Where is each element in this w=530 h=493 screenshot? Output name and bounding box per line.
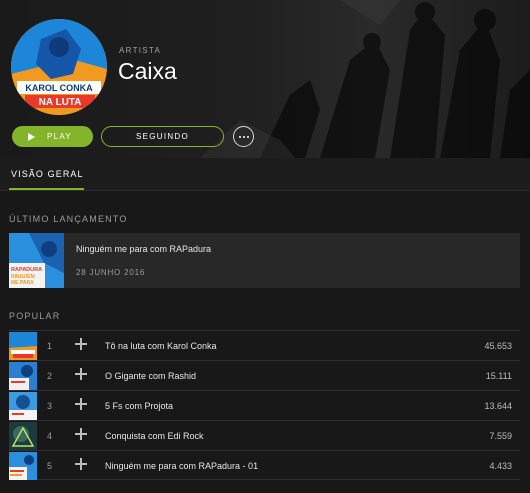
track-cover bbox=[9, 452, 37, 480]
svg-text:KAROL CONKA: KAROL CONKA bbox=[25, 83, 93, 93]
track-play-count: 45.653 bbox=[484, 341, 512, 351]
track-number: 1 bbox=[47, 341, 53, 351]
popular-heading: POPULAR bbox=[9, 311, 61, 321]
album-art-image: KAROL CONKA NA LUTA bbox=[11, 19, 107, 115]
track-title: Tô na luta com Karol Conka bbox=[105, 341, 217, 351]
track-play-count: 13.644 bbox=[484, 401, 512, 411]
artist-type-label: ARTISTA bbox=[119, 46, 162, 55]
track-play-count: 7.559 bbox=[489, 431, 512, 441]
ellipsis-icon bbox=[238, 135, 241, 138]
track-row[interactable]: 5 Ninguém me para com RAPadura - 01 4.43… bbox=[9, 450, 520, 480]
add-track-icon[interactable] bbox=[75, 368, 87, 380]
add-track-icon[interactable] bbox=[75, 398, 87, 410]
svg-text:RAPADURA: RAPADURA bbox=[11, 267, 42, 273]
track-cover bbox=[9, 332, 37, 360]
latest-release-card[interactable]: RAPADURA NINGUÉM ME PARA Ninguém me para… bbox=[9, 233, 520, 288]
artist-avatar: KAROL CONKA NA LUTA bbox=[11, 19, 107, 115]
track-row[interactable]: 2 O Gigante com Rashid 15.111 bbox=[9, 360, 520, 390]
play-button-label: PLAY bbox=[47, 132, 73, 141]
track-title: Ninguém me para com RAPadura - 01 bbox=[105, 461, 259, 471]
track-row[interactable]: 1 Tô na luta com Karol Conka 45.653 bbox=[9, 330, 520, 360]
play-button[interactable]: PLAY bbox=[12, 126, 93, 147]
tab-overview[interactable]: VISÃO GERAL bbox=[11, 169, 84, 179]
svg-text:NA LUTA: NA LUTA bbox=[39, 97, 82, 108]
tab-bar: VISÃO GERAL bbox=[0, 158, 530, 191]
track-number: 2 bbox=[47, 371, 53, 381]
track-cover bbox=[9, 422, 37, 450]
active-tab-indicator bbox=[9, 188, 84, 190]
track-title: 5 Fs com Projota bbox=[105, 401, 174, 411]
add-track-icon[interactable] bbox=[75, 428, 87, 440]
track-title: O Gigante com Rashid bbox=[105, 371, 197, 381]
popular-track-list: 1 Tô na luta com Karol Conka 45.653 2 O … bbox=[9, 330, 520, 480]
album-cover-image: RAPADURA NINGUÉM ME PARA bbox=[9, 233, 64, 288]
track-row[interactable]: 3 5 Fs com Projota 13.644 bbox=[9, 390, 520, 420]
track-play-count: 4.433 bbox=[489, 461, 512, 471]
artist-header: KAROL CONKA NA LUTA ARTISTA Caixa PLAY S… bbox=[0, 0, 530, 158]
latest-release-cover[interactable]: RAPADURA NINGUÉM ME PARA bbox=[9, 233, 64, 288]
track-number: 4 bbox=[47, 431, 53, 441]
latest-release-heading: ÚLTIMO LANÇAMENTO bbox=[9, 214, 128, 224]
svg-text:ME PARA: ME PARA bbox=[11, 280, 34, 286]
following-button[interactable]: SEGUINDO bbox=[101, 126, 224, 147]
track-number: 3 bbox=[47, 401, 53, 411]
track-cover bbox=[9, 392, 37, 420]
track-row[interactable]: 4 Conquista com Edi Rock 7.559 bbox=[9, 420, 520, 450]
latest-release-title[interactable]: Ninguém me para com RAPadura bbox=[76, 244, 211, 254]
latest-release-date: 28 JUNHO 2016 bbox=[76, 268, 146, 277]
track-play-count: 15.111 bbox=[485, 371, 512, 381]
track-number: 5 bbox=[47, 461, 53, 471]
artist-name: Caixa bbox=[118, 58, 177, 84]
add-track-icon[interactable] bbox=[75, 458, 87, 470]
track-cover bbox=[9, 362, 37, 390]
svg-text:NINGUÉM: NINGUÉM bbox=[11, 272, 35, 280]
add-track-icon[interactable] bbox=[75, 338, 87, 350]
track-title: Conquista com Edi Rock bbox=[105, 431, 204, 441]
play-icon bbox=[28, 132, 35, 141]
more-options-button[interactable] bbox=[233, 126, 254, 147]
